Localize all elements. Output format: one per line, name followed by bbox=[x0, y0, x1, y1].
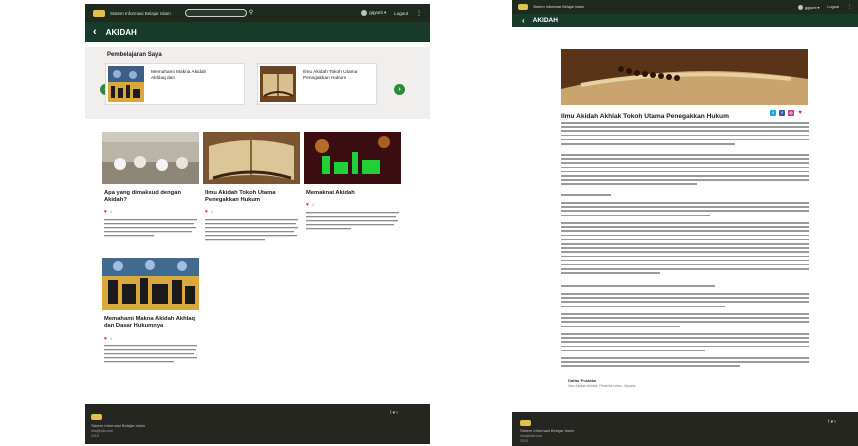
learning-card[interactable]: Ilmu Akidah Tokoh Utama Penegakkan Hukum bbox=[257, 63, 377, 105]
topic-card[interactable]: Apa yang dimaksud dengan Akidah? ♥ 1 bbox=[102, 132, 199, 250]
article-paragraph bbox=[561, 313, 809, 330]
topic-title[interactable]: Apa yang dimaksud dengan Akidah? bbox=[104, 190, 199, 204]
article-paragraph bbox=[561, 194, 809, 198]
screenshot-root: Sistem Informasi Belajar Islam ⚲ gqyurti… bbox=[0, 0, 858, 446]
twitter-icon[interactable]: t bbox=[770, 110, 776, 116]
like-count: 1 bbox=[211, 210, 213, 214]
like-count: 1 bbox=[110, 210, 112, 214]
avatar[interactable] bbox=[361, 10, 368, 16]
footer-brand: Sistem Informasi Belajar Islam bbox=[91, 423, 146, 428]
article-paragraph bbox=[561, 357, 809, 370]
footer-email: info@sibi.com bbox=[91, 429, 114, 433]
topic-excerpt bbox=[104, 345, 197, 363]
topic-title[interactable]: Memaknai Akidah bbox=[306, 190, 401, 197]
article-paragraph bbox=[561, 122, 809, 147]
article-title: Ilmu Akidah Akhlak Tokoh Utama Penegakka… bbox=[561, 113, 729, 120]
brand-name: Sistem Informasi Belajar Islam bbox=[110, 10, 171, 16]
logout-link[interactable]: Logout bbox=[394, 11, 408, 16]
topic-excerpt bbox=[205, 219, 298, 241]
mosque-crowd-image bbox=[102, 132, 199, 184]
quran-book-image bbox=[203, 132, 300, 184]
footer-email: info@sibi.com bbox=[520, 434, 543, 438]
logout-link[interactable]: Logout bbox=[827, 5, 839, 9]
carousel-next-button[interactable]: › bbox=[394, 84, 405, 95]
top-navbar: Sistem Informasi Belajar Islam gqyurti ▾… bbox=[512, 0, 858, 14]
instagram-icon[interactable]: ◎ bbox=[788, 110, 794, 116]
top-navbar: Sistem Informasi Belajar Islam ⚲ gqyurti… bbox=[85, 4, 430, 22]
footer-year: 2019 bbox=[91, 434, 99, 438]
social-icons[interactable]: f ♥ t bbox=[828, 419, 836, 424]
footer-year: 2019 bbox=[520, 439, 528, 443]
section-title: Pembelajaran Saya bbox=[107, 52, 162, 58]
quran-thumbnail bbox=[260, 66, 296, 102]
my-learning-section: Pembelajaran Saya ‹ Memahami Makna Akida… bbox=[85, 47, 430, 119]
article-paragraph bbox=[561, 222, 809, 276]
logo-icon[interactable] bbox=[93, 9, 105, 17]
topic-title[interactable]: Ilmu Akidah Tokoh Utama Penegakkan Hukum bbox=[205, 190, 300, 204]
back-icon[interactable]: ‹ bbox=[93, 26, 97, 38]
topic-card[interactable]: Ilmu Akidah Tokoh Utama Penegakkan Hukum… bbox=[203, 132, 300, 250]
footer-brand: Sistem Informasi Belajar Islam bbox=[520, 428, 575, 433]
topic-excerpt bbox=[104, 219, 197, 237]
heart-icon[interactable]: ♥ bbox=[104, 210, 107, 215]
article-page: Sistem Informasi Belajar Islam gqyurti ▾… bbox=[512, 0, 858, 446]
search-icon[interactable]: ⚲ bbox=[249, 10, 253, 16]
user-menu[interactable]: gqyurti ▾ bbox=[369, 10, 386, 16]
page-title: AKIDAH bbox=[105, 27, 137, 37]
more-icon[interactable]: ⋮ bbox=[847, 4, 852, 10]
social-icons[interactable]: f ♥ t bbox=[390, 410, 398, 415]
references-title: Daftar Pustaka bbox=[568, 378, 597, 383]
article-paragraph bbox=[561, 285, 809, 289]
topic-card[interactable]: Memaknai Akidah ♥ 1 bbox=[304, 132, 401, 250]
heart-icon[interactable]: ♥ bbox=[104, 337, 107, 342]
footer-logo-icon bbox=[520, 420, 531, 426]
akidah-arabic-image bbox=[304, 132, 401, 184]
article-paragraph bbox=[561, 333, 809, 354]
more-icon[interactable]: ⋮ bbox=[416, 10, 422, 17]
facebook-icon[interactable]: f bbox=[779, 110, 785, 116]
page-title: AKIDAH bbox=[532, 17, 558, 24]
learning-card[interactable]: Memahami Makna Akidah Akhlaq dan bbox=[105, 63, 245, 105]
like-count: 1 bbox=[312, 203, 314, 207]
akidah-calligraphy-image bbox=[102, 258, 199, 310]
learning-card-title: Memahami Makna Akidah Akhlaq dan bbox=[151, 70, 207, 81]
article-paragraph bbox=[561, 293, 809, 310]
footer-logo-icon bbox=[91, 414, 102, 420]
heart-icon[interactable]: ♥ bbox=[205, 210, 208, 215]
avatar[interactable] bbox=[798, 4, 804, 10]
article-paragraph bbox=[561, 202, 809, 219]
category-page: Sistem Informasi Belajar Islam ⚲ gqyurti… bbox=[85, 4, 430, 444]
back-icon[interactable]: ‹ bbox=[522, 16, 525, 25]
footer: Sistem Informasi Belajar Islam info@sibi… bbox=[85, 404, 430, 444]
category-bar: ‹ AKIDAH bbox=[512, 14, 858, 27]
like-count: 1 bbox=[110, 337, 112, 341]
article-paragraph bbox=[561, 154, 809, 188]
search-input[interactable] bbox=[184, 9, 247, 17]
akidah-calligraphy-thumbnail bbox=[108, 66, 144, 102]
logo-icon[interactable] bbox=[518, 4, 528, 10]
topic-title[interactable]: Memahami Makna Akidah Akhlaq dan Dasar H… bbox=[104, 316, 199, 330]
learning-card-title: Ilmu Akidah Tokoh Utama Penegakkan Hukum bbox=[303, 70, 358, 81]
heart-icon[interactable]: ♥ bbox=[306, 203, 309, 208]
topic-excerpt bbox=[306, 212, 399, 230]
topic-card[interactable]: Memahami Makna Akidah Akhlaq dan Dasar H… bbox=[102, 258, 202, 378]
like-heart-icon[interactable]: ♥ bbox=[797, 110, 803, 116]
footer: Sistem Informasi Belajar Islam info@sibi… bbox=[512, 412, 858, 446]
brand-name: Sistem Informasi Belajar Islam bbox=[533, 5, 585, 9]
user-menu[interactable]: gqyurti ▾ bbox=[805, 5, 819, 10]
article-hero-image bbox=[561, 49, 808, 105]
category-bar: ‹ AKIDAH bbox=[85, 22, 430, 42]
reference-item: Ilmu Akidah Akhlak. Penerbit Islam, Jaka… bbox=[568, 384, 637, 388]
